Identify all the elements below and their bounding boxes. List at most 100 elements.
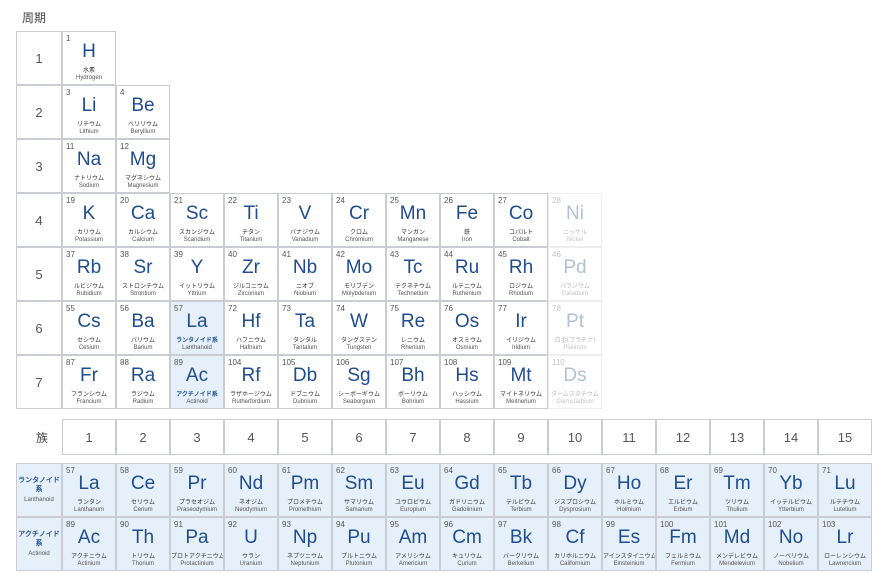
element-cell-ta[interactable]: 73 Ta タンタル Tantalum xyxy=(278,301,332,355)
element-cell-sr[interactable]: 38 Sr ストロンチウム Strontium xyxy=(116,247,170,301)
element-cell-cm[interactable]: 96 Cm キュリウム Curium xyxy=(440,517,494,571)
element-symbol: U xyxy=(244,527,258,548)
element-name-en: Palladium xyxy=(561,291,589,297)
element-name-jp: ルテチウム xyxy=(829,499,860,506)
element-cell-es[interactable]: 99 Es アインスタイニウム Einsteinium xyxy=(602,517,656,571)
element-name-jp: プルトニウム xyxy=(340,553,377,560)
element-symbol: Zr xyxy=(242,257,260,278)
element-cell-ca[interactable]: 20 Ca カルシウム Calcium xyxy=(116,193,170,247)
element-cell-ir[interactable]: 77 Ir イリジウム Iridium xyxy=(494,301,548,355)
element-cell-fe[interactable]: 26 Fe 鉄 Iron xyxy=(440,193,494,247)
element-cell-mg[interactable]: 12 Mg マグネシウム Magnesium xyxy=(116,139,170,193)
element-cell-co[interactable]: 27 Co コバルト Cobalt xyxy=(494,193,548,247)
element-cell-tb[interactable]: 65 Tb テルビウム Terbium xyxy=(494,463,548,517)
element-name-en: Californium xyxy=(559,561,591,567)
element-cell-rf[interactable]: 104 Rf ラザホージウム Rutherfordium xyxy=(224,355,278,409)
element-cell-cs[interactable]: 55 Cs セシウム Cesium xyxy=(62,301,116,355)
element-cell-rb[interactable]: 37 Rb ルビジウム Rubidium xyxy=(62,247,116,301)
element-symbol: Tc xyxy=(403,257,423,278)
element-cell-nd[interactable]: 60 Nd ネオジム Neodymium xyxy=(224,463,278,517)
element-cell-db[interactable]: 105 Db ドブニウム Dubnium xyxy=(278,355,332,409)
group-number: 5 xyxy=(278,419,332,455)
element-symbol: Bh xyxy=(401,365,425,386)
element-symbol: Es xyxy=(617,527,641,548)
element-cell-w[interactable]: 74 W タングステン Tungsten xyxy=(332,301,386,355)
element-cell-ac[interactable]: 89 Ac アクチノイド系 Actinoid xyxy=(170,355,224,409)
element-cell-bk[interactable]: 97 Bk バークリウム Berkelium xyxy=(494,517,548,571)
element-symbol: Sg xyxy=(347,365,371,386)
element-cell-md[interactable]: 101 Md メンデレビウム Mendelevium xyxy=(710,517,764,571)
element-name-en: Zirconium xyxy=(237,291,265,297)
element-cell-ce[interactable]: 58 Ce セリウム Cerium xyxy=(116,463,170,517)
element-name-en: Gadolinium xyxy=(451,507,483,513)
element-symbol: H xyxy=(82,41,96,62)
group-label: 族 xyxy=(36,431,49,445)
element-cell-pt[interactable]: 78 Pt 白金(プラチナ) Platinum xyxy=(548,301,602,355)
element-symbol: Bk xyxy=(509,527,533,548)
element-cell-k[interactable]: 19 K カリウム Potassium xyxy=(62,193,116,247)
element-cell-ho[interactable]: 67 Ho ホルミウム Holmium xyxy=(602,463,656,517)
element-name-jp: 水素 xyxy=(82,67,95,74)
element-cell-nb[interactable]: 41 Nb ニオブ Niobium xyxy=(278,247,332,301)
element-cell-gd[interactable]: 64 Gd ガドリニウム Gadolinium xyxy=(440,463,494,517)
element-cell-pd[interactable]: 46 Pd パラジウム Palladium xyxy=(548,247,602,301)
element-cell-ru[interactable]: 44 Ru ルテニウム Ruthenium xyxy=(440,247,494,301)
element-symbol: Lr xyxy=(836,527,854,548)
element-cell-re[interactable]: 75 Re レニウム Rhenium xyxy=(386,301,440,355)
element-cell-yb[interactable]: 70 Yb イッテルビウム Ytterbium xyxy=(764,463,818,517)
element-cell-v[interactable]: 23 V バナジウム Vanadium xyxy=(278,193,332,247)
element-cell-sm[interactable]: 62 Sm サマリウム Samarium xyxy=(332,463,386,517)
element-cell-dy[interactable]: 66 Dy ジスプロシウム Dysprosium xyxy=(548,463,602,517)
element-cell-cf[interactable]: 98 Cf カリホルニウム Californium xyxy=(548,517,602,571)
element-symbol: Pd xyxy=(563,257,587,278)
element-cell-u[interactable]: 92 U ウラン Uranium xyxy=(224,517,278,571)
element-cell-os[interactable]: 76 Os オスミウム Osmium xyxy=(440,301,494,355)
element-cell-fr[interactable]: 87 Fr フランシウム Francium xyxy=(62,355,116,409)
element-cell-pm[interactable]: 61 Pm プロメチウム Promethium xyxy=(278,463,332,517)
element-cell-ra[interactable]: 88 Ra ラジウム Radium xyxy=(116,355,170,409)
element-cell-am[interactable]: 95 Am アメリシウム Americium xyxy=(386,517,440,571)
element-cell-tm[interactable]: 69 Tm ツリウム Thulium xyxy=(710,463,764,517)
element-symbol: Cr xyxy=(348,203,370,224)
element-cell-zr[interactable]: 40 Zr ジルコニウム Zirconium xyxy=(224,247,278,301)
element-cell-cr[interactable]: 24 Cr クロム Chromium xyxy=(332,193,386,247)
element-cell-lr[interactable]: 103 Lr ローレンシウム Lawrencium xyxy=(818,517,872,571)
element-cell-no[interactable]: 102 No ノーベリウム Nobelium xyxy=(764,517,818,571)
element-name-en: Berkelium xyxy=(507,561,535,567)
element-cell-th[interactable]: 90 Th トリウム Thorium xyxy=(116,517,170,571)
element-symbol: Pu xyxy=(347,527,371,548)
element-cell-hf[interactable]: 72 Hf ハフニウム Hafnium xyxy=(224,301,278,355)
element-cell-pu[interactable]: 94 Pu プルトニウム Plutonium xyxy=(332,517,386,571)
element-cell-pa[interactable]: 91 Pa プロトアクチニウム Protactinium xyxy=(170,517,224,571)
element-cell-y[interactable]: 39 Y イットリウム Yttrium xyxy=(170,247,224,301)
element-cell-ac[interactable]: 89 Ac アクチニウム Actinium xyxy=(62,517,116,571)
element-cell-na[interactable]: 11 Na ナトリウム Sodium xyxy=(62,139,116,193)
element-cell-pr[interactable]: 59 Pr プラセオジム Praseodymium xyxy=(170,463,224,517)
element-cell-ds[interactable]: 110 Ds ダームスタチウム Darmstadtium xyxy=(548,355,602,409)
element-cell-ti[interactable]: 22 Ti チタン Titanium xyxy=(224,193,278,247)
element-cell-fm[interactable]: 100 Fm フェルミウム Fermium xyxy=(656,517,710,571)
element-cell-hs[interactable]: 108 Hs ハッシウム Hassium xyxy=(440,355,494,409)
element-symbol: Ac xyxy=(185,365,209,386)
element-cell-be[interactable]: 4 Be ベリリウム Beryllium xyxy=(116,85,170,139)
element-cell-ba[interactable]: 56 Ba バリウム Barium xyxy=(116,301,170,355)
group-number: 7 xyxy=(386,419,440,455)
element-cell-er[interactable]: 68 Er エルビウム Erbium xyxy=(656,463,710,517)
element-cell-tc[interactable]: 43 Tc テクネチウム Technetium xyxy=(386,247,440,301)
element-cell-bh[interactable]: 107 Bh ボーリウム Bohrium xyxy=(386,355,440,409)
element-cell-np[interactable]: 93 Np ネプツニウム Neptunium xyxy=(278,517,332,571)
element-cell-sg[interactable]: 106 Sg シーボーギウム Seaborgium xyxy=(332,355,386,409)
element-cell-sc[interactable]: 21 Sc スカンジウム Scandium xyxy=(170,193,224,247)
element-cell-la[interactable]: 57 La ランタン Lanthanum xyxy=(62,463,116,517)
element-cell-rh[interactable]: 45 Rh ロジウム Rhodium xyxy=(494,247,548,301)
element-cell-ni[interactable]: 28 Ni ニッケル Nickel xyxy=(548,193,602,247)
element-symbol: Rb xyxy=(76,257,102,278)
element-cell-eu[interactable]: 63 Eu ユウロピウム Europium xyxy=(386,463,440,517)
element-cell-li[interactable]: 3 Li リチウム Lithium xyxy=(62,85,116,139)
element-cell-la[interactable]: 57 La ランタノイド系 Lanthanoid xyxy=(170,301,224,355)
element-cell-mn[interactable]: 25 Mn マンガン Manganese xyxy=(386,193,440,247)
element-cell-h[interactable]: 1 H 水素 Hydrogen xyxy=(62,31,116,85)
element-cell-mo[interactable]: 42 Mo モリブデン Molybdenum xyxy=(332,247,386,301)
element-cell-lu[interactable]: 71 Lu ルテチウム Lutetium xyxy=(818,463,872,517)
element-cell-mt[interactable]: 109 Mt マイトネリウム Meitnerium xyxy=(494,355,548,409)
